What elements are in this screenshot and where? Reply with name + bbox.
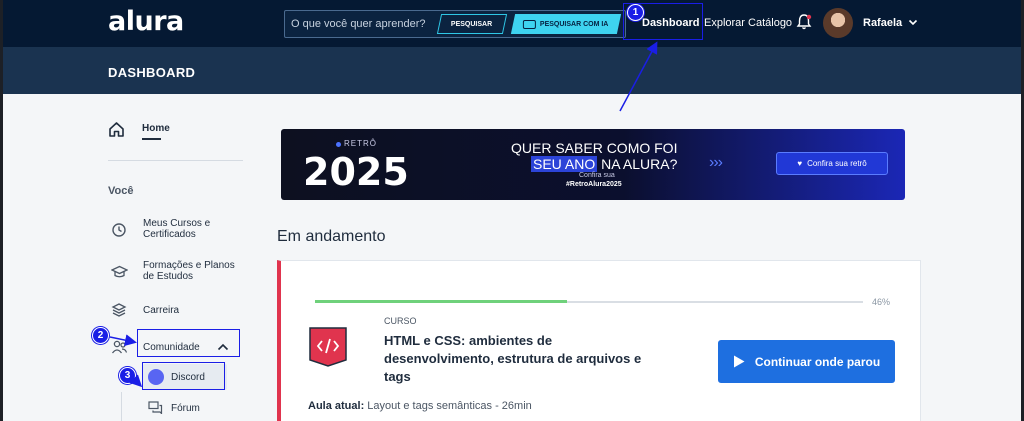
progress-fill xyxy=(315,300,567,303)
divider xyxy=(108,160,243,161)
user-avatar[interactable] xyxy=(823,8,853,38)
search-ai-button[interactable]: PESQUISAR COM IA xyxy=(510,14,622,34)
step-badge-3: 3 xyxy=(119,367,136,384)
sidebar-item-trainings[interactable]: Formações e Planos de Estudos xyxy=(143,260,238,282)
banner-headline-1: QUER SABER COMO FOI xyxy=(511,140,678,156)
sidebar-subitem-forum[interactable]: Fórum xyxy=(171,403,200,414)
course-type: CURSO xyxy=(384,316,417,326)
banner-sub-1: Confira sua xyxy=(579,172,615,179)
sidebar-item-career[interactable]: Carreira xyxy=(143,305,179,316)
banner-headline-rest: NA ALURA? xyxy=(601,156,678,172)
ai-chat-icon xyxy=(523,19,537,29)
sidebar-section-title: Você xyxy=(108,185,134,197)
retro-dot-icon xyxy=(336,142,341,147)
alura-logo[interactable]: alura xyxy=(108,6,184,37)
user-name[interactable]: Rafaela xyxy=(863,17,902,29)
search-button-label: PESQUISAR xyxy=(451,20,493,28)
html-css-course-icon xyxy=(309,327,347,367)
home-icon[interactable] xyxy=(108,121,125,138)
banner-hashtag: #RetroAlura2025 xyxy=(566,181,622,188)
submenu-line xyxy=(121,392,122,421)
play-icon xyxy=(733,355,745,368)
section-title-in-progress: Em andamento xyxy=(277,228,386,245)
step-badge-1: 1 xyxy=(627,4,644,21)
search-input[interactable] xyxy=(291,15,437,33)
search-bar: PESQUISAR PESQUISAR COM IA xyxy=(284,10,626,38)
people-icon xyxy=(111,340,128,354)
banner-headline-2: SEU ANO NA ALURA? xyxy=(531,156,677,172)
check-retro-button[interactable]: ♥ Confira sua retrô xyxy=(776,152,888,175)
bell-icon[interactable] xyxy=(795,13,813,31)
nav-catalog-link[interactable]: Explorar Catálogo xyxy=(704,17,792,29)
current-lesson-value: Layout e tags semânticas - 26min xyxy=(367,400,532,412)
top-navigation: alura PESQUISAR PESQUISAR COM IA Dashboa… xyxy=(3,0,1021,47)
active-indicator xyxy=(142,138,161,140)
step-badge-2: 2 xyxy=(92,327,109,344)
highlight-box-discord xyxy=(142,362,225,390)
banner-highlight-word: SEU ANO xyxy=(531,156,598,172)
app-frame: alura PESQUISAR PESQUISAR COM IA Dashboa… xyxy=(3,0,1021,421)
sidebar-item-home[interactable]: Home xyxy=(142,123,170,134)
search-ai-label: PESQUISAR COM IA xyxy=(540,20,609,28)
course-title[interactable]: HTML e CSS: ambientes de desenvolvimento… xyxy=(384,332,654,386)
triple-chevron-icon: ››› xyxy=(709,154,723,171)
chat-icon xyxy=(148,401,163,414)
chevron-down-icon[interactable] xyxy=(907,16,919,28)
layers-icon xyxy=(111,303,127,317)
highlight-box-community xyxy=(137,329,240,357)
check-retro-label: Confira sua retrô xyxy=(807,159,867,168)
retro-year: 2025 xyxy=(303,150,409,194)
continue-button[interactable]: Continuar onde parou xyxy=(718,340,895,383)
retro-tag: RETRÔ xyxy=(344,139,377,148)
history-icon xyxy=(112,223,126,237)
arrow-to-discord xyxy=(129,374,143,388)
dashboard-header: DASHBOARD xyxy=(3,47,1021,94)
sidebar-item-courses[interactable]: Meus Cursos e Certificados xyxy=(143,218,233,240)
page-title: DASHBOARD xyxy=(108,65,196,80)
continue-button-label: Continuar onde parou xyxy=(754,354,881,369)
graduation-cap-icon xyxy=(111,265,128,278)
progress-percent: 46% xyxy=(872,297,891,307)
heart-icon: ♥ xyxy=(797,159,803,168)
search-button[interactable]: PESQUISAR xyxy=(436,14,508,34)
current-lesson-label: Aula atual: xyxy=(308,400,365,412)
current-lesson: Aula atual: Layout e tags semânticas - 2… xyxy=(308,400,532,412)
